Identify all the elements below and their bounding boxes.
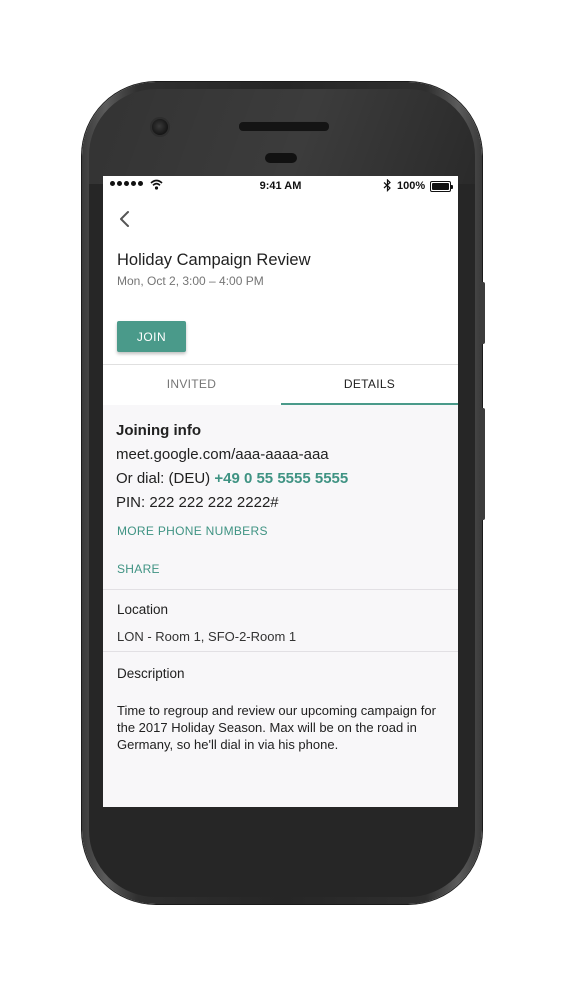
battery-fill (432, 183, 449, 190)
share-link[interactable]: SHARE (117, 562, 160, 576)
phone-glare (89, 89, 475, 184)
join-button[interactable]: JOIN (117, 321, 186, 352)
earpiece-speaker (238, 121, 330, 132)
event-title: Holiday Campaign Review (117, 251, 311, 269)
more-phone-numbers-link[interactable]: MORE PHONE NUMBERS (117, 524, 268, 538)
joining-info-heading: Joining info (116, 422, 201, 439)
proximity-sensor (265, 153, 297, 163)
back-arrow-icon[interactable] (115, 208, 137, 230)
event-datetime: Mon, Oct 2, 3:00 – 4:00 PM (117, 274, 264, 288)
power-button (480, 282, 485, 344)
battery-percentage: 100% (397, 180, 426, 192)
tab-invited[interactable]: INVITED (103, 365, 280, 404)
tab-bar: INVITED DETAILS (103, 364, 458, 407)
screen: 9:41 AM 100% Holiday Campaign Review Mon… (103, 176, 458, 807)
pin-text: PIN: 222 222 222 2222# (116, 494, 279, 511)
location-value: LON - Room 1, SFO-2-Room 1 (117, 629, 297, 644)
dial-line: Or dial: (DEU) +49 0 55 5555 5555 (116, 470, 348, 487)
location-label: Location (117, 602, 169, 617)
divider (103, 651, 458, 652)
dial-prefix: Or dial: (DEU) (116, 470, 215, 487)
description-text: Time to regroup and review our upcoming … (117, 703, 436, 752)
tab-details[interactable]: DETAILS (281, 365, 458, 404)
status-bar: 9:41 AM 100% (103, 176, 458, 196)
description-label: Description (117, 666, 185, 681)
battery-icon (430, 181, 453, 192)
bluetooth-icon (383, 179, 391, 192)
volume-button (480, 408, 485, 520)
meet-url[interactable]: meet.google.com/aaa-aaaa-aaa (116, 446, 329, 463)
details-panel: Joining info meet.google.com/aaa-aaaa-aa… (103, 405, 458, 807)
divider (103, 589, 458, 590)
dial-number-link[interactable]: +49 0 55 5555 5555 (214, 470, 348, 487)
front-camera (150, 117, 170, 137)
